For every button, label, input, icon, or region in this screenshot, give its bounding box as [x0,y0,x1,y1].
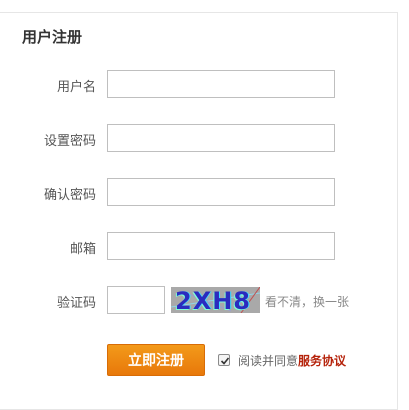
checkmark-icon [220,357,230,365]
password-row: 设置密码 [0,124,398,152]
username-row: 用户名 [0,70,398,98]
refresh-captcha-link[interactable]: 看不清，换一张 [265,293,349,310]
captcha-text: 2XH8 [175,287,251,313]
captcha-label: 验证码 [56,296,96,311]
username-input[interactable] [107,70,335,98]
password-input[interactable] [107,124,335,152]
agreement-text: 阅读并同意服务协议 [238,352,346,369]
captcha-input[interactable] [107,286,165,314]
password-label: 设置密码 [43,134,96,149]
register-panel: 用户注册 用户名 设置密码 确认密码 邮箱 验证码 2XH8 看不清，换一张 立… [0,12,398,410]
username-label: 用户名 [56,80,96,95]
email-row: 邮箱 [0,232,398,260]
confirm-password-row: 确认密码 [0,178,398,206]
service-agreement-link[interactable]: 服务协议 [298,354,346,368]
register-button[interactable]: 立即注册 [107,344,205,376]
confirm-password-input[interactable] [107,178,335,206]
confirm-password-label: 确认密码 [43,188,96,203]
submit-row: 立即注册 阅读并同意服务协议 [0,344,398,376]
form-title: 用户注册 [22,28,83,46]
captcha-row: 验证码 2XH8 看不清，换一张 [0,286,398,314]
email-label: 邮箱 [69,242,96,257]
agreement-checkbox[interactable] [218,354,230,366]
email-input[interactable] [107,232,335,260]
captcha-image[interactable]: 2XH8 [171,287,260,313]
agreement-prefix: 阅读并同意 [238,354,299,368]
